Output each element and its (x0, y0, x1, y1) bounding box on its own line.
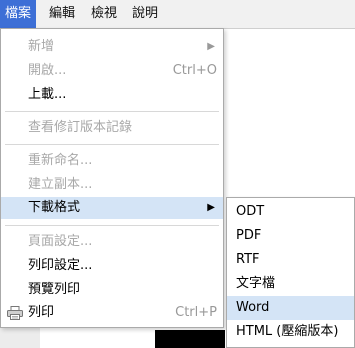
download-text[interactable]: 文字檔 (227, 272, 354, 296)
download-rtf[interactable]: RTF (227, 248, 354, 272)
menu-item-label: 列印設定... (28, 258, 93, 273)
menu-item-label: 新增 (28, 39, 55, 54)
shortcut-label: Ctrl+P (175, 305, 217, 320)
download-word[interactable]: Word (227, 296, 354, 320)
submenu-item-label: ODT (236, 204, 265, 219)
menu-item-label: 查看修訂版本記錄 (28, 120, 133, 135)
menu-separator (5, 111, 219, 112)
menu-item-page-setup[interactable]: 頁面設定... (1, 231, 223, 253)
printer-icon (7, 306, 23, 320)
download-odt[interactable]: ODT (227, 200, 354, 224)
menu-separator (5, 225, 219, 226)
menu-item-print-settings[interactable]: 列印設定... (1, 255, 223, 277)
download-pdf[interactable]: PDF (227, 224, 354, 248)
menu-item-print[interactable]: 列印 Ctrl+P (1, 302, 223, 324)
menu-view[interactable]: 檢視 (86, 0, 122, 28)
menu-item-label: 建立副本... (28, 177, 93, 192)
menu-item-new[interactable]: 新增 ▶ (1, 36, 223, 58)
menu-item-label: 預覽列印 (28, 282, 81, 297)
document-content-fragment (155, 330, 225, 348)
menu-edit[interactable]: 編輯 (44, 0, 80, 28)
menu-item-label: 上載... (28, 87, 67, 102)
menu-item-upload[interactable]: 上載... (1, 84, 223, 106)
menu-item-label: 頁面設定... (28, 234, 93, 249)
menu-item-label: 重新命名... (28, 153, 93, 168)
file-menu-dropdown: 新增 ▶ 開啟... Ctrl+O 上載... 查看修訂版本記錄 重新命名...… (0, 28, 224, 328)
submenu-arrow-icon: ▶ (207, 41, 215, 52)
submenu-arrow-icon: ▶ (207, 202, 215, 213)
submenu-item-label: 文字檔 (236, 276, 276, 291)
submenu-item-label: HTML (壓縮版本) (236, 324, 339, 339)
menubar: 檔案 編輯 檢視 說明 (0, 0, 355, 29)
menu-item-label: 列印 (28, 305, 55, 320)
download-as-submenu: ODT PDF RTF 文字檔 Word HTML (壓縮版本) (226, 197, 355, 348)
shortcut-label: Ctrl+O (172, 63, 217, 78)
menu-item-print-preview[interactable]: 預覽列印 (1, 279, 223, 301)
menu-item-rename[interactable]: 重新命名... (1, 150, 223, 172)
download-html-zipped[interactable]: HTML (壓縮版本) (227, 320, 354, 344)
menu-item-make-copy[interactable]: 建立副本... (1, 174, 223, 196)
menu-item-label: 下載格式 (28, 200, 81, 215)
menu-item-open[interactable]: 開啟... Ctrl+O (1, 60, 223, 82)
menu-item-download-as[interactable]: 下載格式 ▶ (1, 197, 223, 219)
menu-item-revision-history[interactable]: 查看修訂版本記錄 (1, 117, 223, 139)
menu-help[interactable]: 說明 (127, 0, 163, 28)
menu-item-label: 開啟... (28, 63, 67, 78)
menu-file[interactable]: 檔案 (0, 0, 37, 28)
submenu-item-label: PDF (236, 228, 262, 243)
submenu-item-label: Word (236, 300, 270, 315)
submenu-item-label: RTF (236, 252, 260, 267)
menu-separator (5, 144, 219, 145)
